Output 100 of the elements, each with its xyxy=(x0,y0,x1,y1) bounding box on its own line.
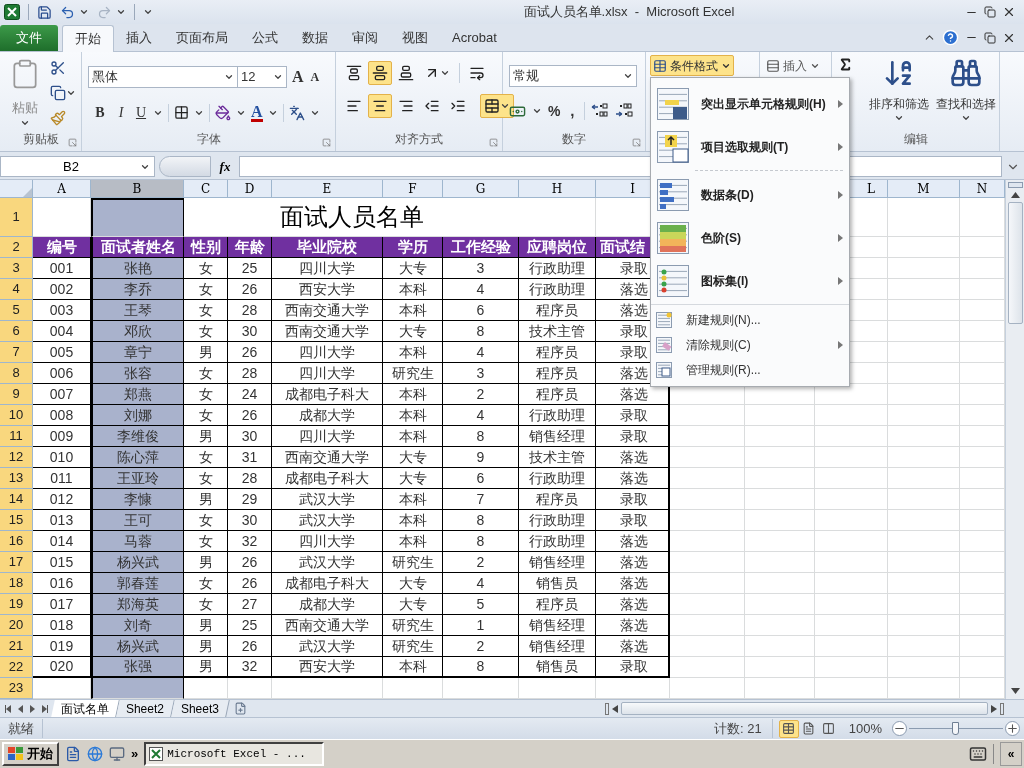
column-header[interactable]: E xyxy=(272,180,383,198)
dialog-launcher-icon[interactable] xyxy=(632,138,641,147)
italic-button[interactable]: I xyxy=(113,102,129,123)
menu-item[interactable]: 突出显示单元格规则(H) xyxy=(651,82,849,125)
ribbon-tab[interactable]: 数据 xyxy=(290,25,340,51)
menu-item[interactable]: 项目选取规则(T) xyxy=(651,125,849,168)
row-header[interactable]: 7 xyxy=(0,342,33,363)
restore-icon[interactable] xyxy=(984,31,996,44)
bold-button[interactable]: B xyxy=(92,102,108,123)
desktop-icon[interactable] xyxy=(109,746,125,762)
row-header[interactable]: 8 xyxy=(0,363,33,384)
row-header[interactable]: 6 xyxy=(0,321,33,342)
dialog-launcher-icon[interactable] xyxy=(489,138,498,147)
zoom-out-icon[interactable] xyxy=(892,721,907,736)
excel-logo-icon[interactable] xyxy=(4,4,20,20)
row-header[interactable]: 11 xyxy=(0,426,33,447)
keyboard-icon[interactable] xyxy=(969,745,987,763)
scroll-down-icon[interactable] xyxy=(1010,688,1020,694)
column-header[interactable]: A xyxy=(33,180,91,198)
autosum-icon[interactable] xyxy=(838,57,853,72)
insert-sheet-icon[interactable] xyxy=(234,702,248,715)
browser-icon[interactable] xyxy=(87,746,103,762)
save-icon[interactable] xyxy=(37,4,52,20)
copy-icon[interactable] xyxy=(50,85,66,101)
row-header[interactable]: 10 xyxy=(0,405,33,426)
row-header[interactable]: 5 xyxy=(0,300,33,321)
taskbar-window-button[interactable]: Microsoft Excel - ... xyxy=(144,742,325,766)
sheet-tab[interactable]: Sheet3 xyxy=(171,700,230,717)
row-header[interactable]: 4 xyxy=(0,279,33,300)
grow-font-button[interactable]: A xyxy=(290,65,306,89)
ribbon-tab[interactable]: 页面布局 xyxy=(164,25,240,51)
sort-filter-button[interactable]: 排序和筛选 xyxy=(865,57,933,123)
previous-sheet-icon[interactable] xyxy=(17,704,24,713)
more-apps-button[interactable]: » xyxy=(131,744,139,764)
increase-decimal-icon[interactable] xyxy=(591,103,610,120)
row-header[interactable]: 15 xyxy=(0,510,33,531)
row-header[interactable]: 23 xyxy=(0,678,33,699)
borders-icon[interactable] xyxy=(174,105,189,120)
column-header[interactable]: N xyxy=(960,180,1005,198)
decrease-decimal-icon[interactable] xyxy=(615,103,634,120)
ribbon-tab[interactable]: 公式 xyxy=(240,25,290,51)
column-header[interactable]: B xyxy=(91,180,184,198)
close-icon[interactable] xyxy=(1002,5,1016,19)
insert-cells-button[interactable]: 插入 xyxy=(766,57,820,75)
number-format-field[interactable]: 常规 xyxy=(509,65,637,87)
restore-icon[interactable] xyxy=(984,6,996,18)
scroll-thumb[interactable] xyxy=(621,702,988,715)
column-header[interactable]: G xyxy=(443,180,519,198)
sheet-tab[interactable]: Sheet2 xyxy=(116,700,175,717)
row-header[interactable]: 17 xyxy=(0,552,33,573)
row-header[interactable]: 16 xyxy=(0,531,33,552)
row-header[interactable]: 12 xyxy=(0,447,33,468)
name-box[interactable]: B2 xyxy=(0,156,155,177)
vertical-scrollbar[interactable] xyxy=(1005,180,1024,699)
find-select-button[interactable]: 查找和选择 xyxy=(932,57,999,123)
ribbon-tab[interactable]: 插入 xyxy=(114,25,164,51)
next-sheet-icon[interactable] xyxy=(29,704,36,713)
sheet-tab[interactable]: 面试名单 xyxy=(51,700,120,717)
ribbon-tab[interactable]: 视图 xyxy=(390,25,440,51)
column-header[interactable]: C xyxy=(184,180,228,198)
scroll-thumb[interactable] xyxy=(1007,202,1023,324)
fill-color-icon[interactable] xyxy=(215,104,231,121)
insert-function-button[interactable]: fx xyxy=(215,156,235,177)
row-header[interactable]: 22 xyxy=(0,657,33,678)
row-header[interactable]: 18 xyxy=(0,573,33,594)
column-header[interactable]: F xyxy=(383,180,443,198)
column-header[interactable]: H xyxy=(519,180,596,198)
formula-bar-handle[interactable] xyxy=(159,156,211,177)
conditional-format-button[interactable]: 条件格式 xyxy=(650,55,734,76)
row-header[interactable]: 3 xyxy=(0,258,33,279)
undo-icon[interactable] xyxy=(60,4,75,20)
row-header[interactable]: 2 xyxy=(0,237,33,258)
font-size-field[interactable]: 12 xyxy=(237,66,287,88)
zoom-in-icon[interactable] xyxy=(1005,721,1020,736)
underline-button[interactable]: U xyxy=(134,102,148,123)
scroll-up-icon[interactable] xyxy=(1010,192,1020,198)
row-header[interactable]: 21 xyxy=(0,636,33,657)
row-header[interactable]: 19 xyxy=(0,594,33,615)
row-header[interactable]: 20 xyxy=(0,615,33,636)
split-box[interactable] xyxy=(605,702,609,715)
help-icon[interactable] xyxy=(942,29,959,46)
ribbon-tab[interactable]: Acrobat xyxy=(440,25,509,51)
first-sheet-icon[interactable] xyxy=(5,704,12,713)
percent-button[interactable]: % xyxy=(548,100,561,122)
start-button[interactable]: 开始 xyxy=(2,742,59,766)
split-box[interactable] xyxy=(1000,702,1004,715)
dialog-launcher-icon[interactable] xyxy=(322,138,331,147)
comma-button[interactable]: , xyxy=(566,100,579,123)
column-header[interactable]: D xyxy=(228,180,272,198)
show-tray-button[interactable]: « xyxy=(1000,742,1022,766)
zoom-slider[interactable] xyxy=(909,720,1003,737)
file-tab[interactable]: 文件 xyxy=(0,25,58,51)
normal-view-icon[interactable] xyxy=(778,719,799,738)
row-header[interactable]: 9 xyxy=(0,384,33,405)
cut-icon[interactable] xyxy=(50,60,66,76)
last-sheet-icon[interactable] xyxy=(41,704,48,713)
row-header[interactable]: 1 xyxy=(0,198,33,237)
column-header[interactable]: M xyxy=(888,180,960,198)
scroll-left-icon[interactable] xyxy=(612,704,618,713)
font-color-button[interactable]: A xyxy=(251,103,263,122)
